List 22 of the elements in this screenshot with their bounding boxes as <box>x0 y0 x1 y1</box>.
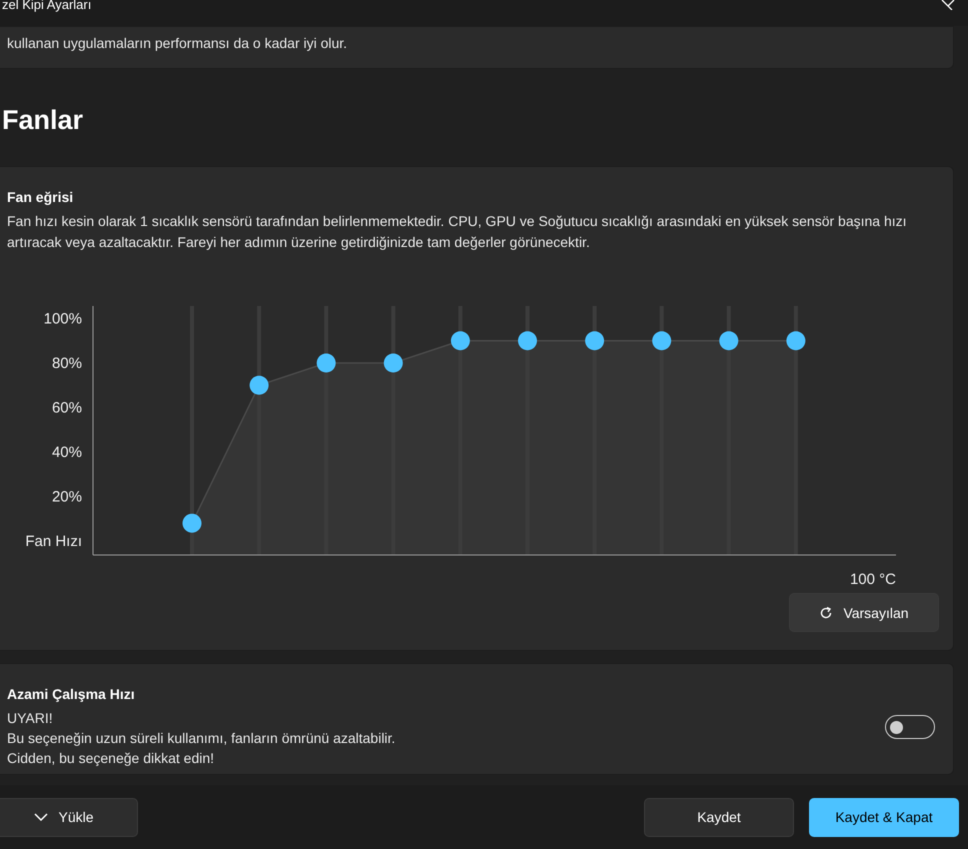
toggle-switch[interactable] <box>885 715 935 739</box>
section-title: Fanlar <box>2 105 84 136</box>
axis-label: 20% <box>52 488 82 506</box>
axis-label: Fan Hızı <box>25 533 82 550</box>
load-button[interactable]: Yükle <box>0 798 138 836</box>
save-button[interactable]: Kaydet <box>644 798 794 836</box>
axis-label: 100% <box>44 310 82 328</box>
warning-text: UYARI! <box>7 709 54 728</box>
axis-label: 80% <box>52 355 82 372</box>
description-text: Fan hızı kesin olarak 1 sıcaklık sensörü tarafından belirlenmemektedir. CPU, GPU ve Soğutucu sıcaklığı arasındaki en yüksek sensör başına hızı artıracak veya azaltacaktır. Fareyi her adımın üzerine getirdiğinizde tam değerler görünecektir. <box>7 212 908 252</box>
chevron-down-icon <box>34 813 48 821</box>
reset-button[interactable]: Varsayılan <box>789 593 939 632</box>
save-close-button[interactable]: Kaydet & Kapat <box>809 798 959 836</box>
card-title: Fan eğrisi <box>7 189 74 205</box>
warning-text: Cidden, bu seçeneğe dikkat edin! <box>7 749 216 768</box>
description-text: kullanan uygulamaların performansı da o kadar iyi olur. <box>7 34 348 53</box>
axis-label: 60% <box>52 400 82 416</box>
axis-label: 100 °C <box>850 571 896 588</box>
warning-text: Bu seçeneğin uzun süreli kullanımı, fanların ömrünü azaltabilir. <box>7 729 396 748</box>
reset-icon <box>819 606 834 620</box>
card-title: Azami Çalışma Hızı <box>7 686 136 702</box>
axis-label: 40% <box>52 444 82 461</box>
